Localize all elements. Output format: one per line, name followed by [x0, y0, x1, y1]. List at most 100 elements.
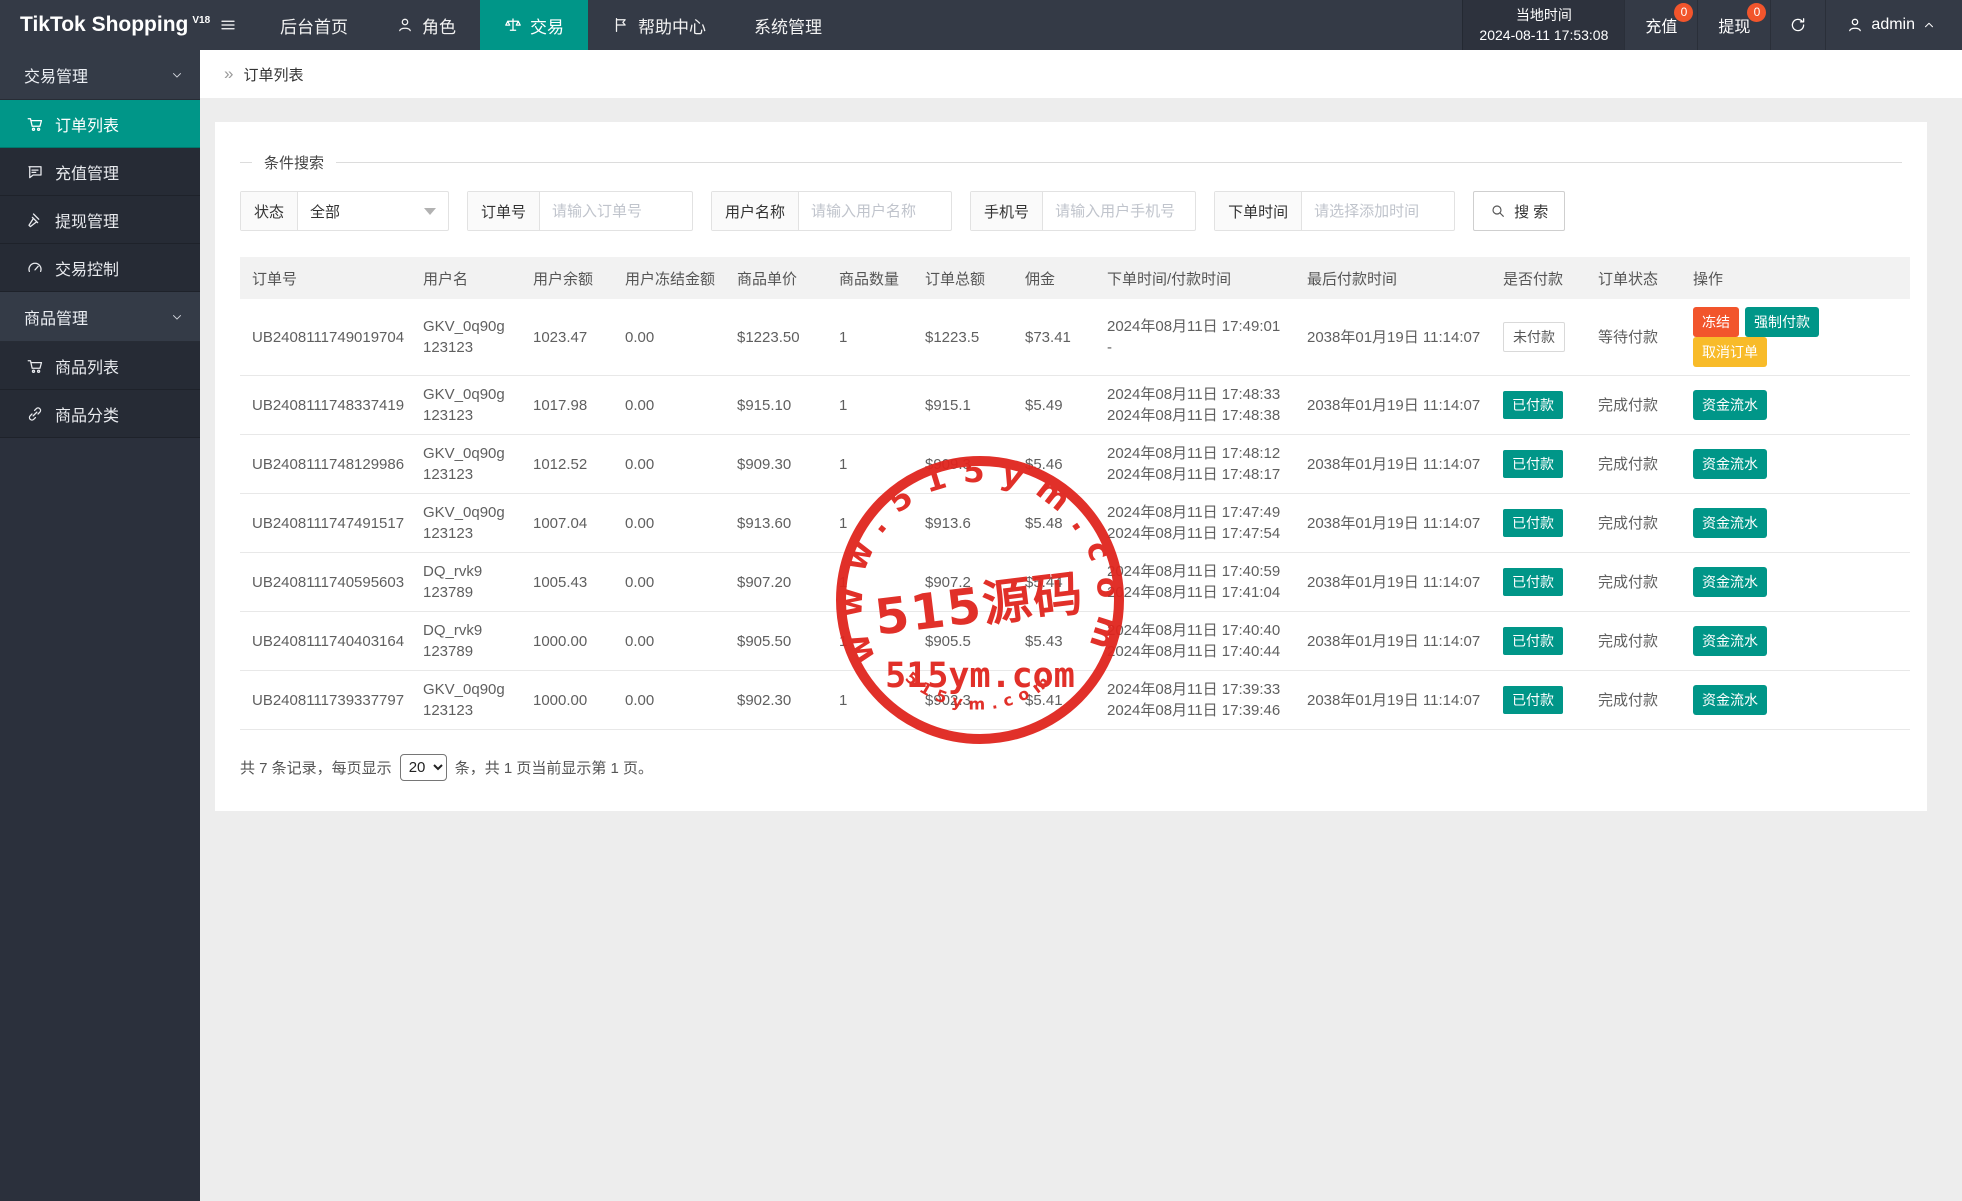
- column-header: 佣金: [1017, 257, 1099, 299]
- order-time-label: 下单时间: [1215, 192, 1302, 230]
- cell-order-no: UB2408111749019704: [240, 299, 415, 376]
- search-button-label: 搜 索: [1514, 201, 1548, 222]
- cell-total: $1223.5: [917, 299, 1017, 376]
- nav-item-label: 角色: [422, 13, 456, 38]
- force-pay-button[interactable]: 强制付款: [1745, 307, 1819, 337]
- fund-flow-button[interactable]: 资金流水: [1693, 449, 1767, 479]
- cell-username: DQ_rvk9123789: [415, 553, 525, 612]
- cell-last-pay-time: 2038年01月19日 11:14:07: [1299, 494, 1495, 553]
- nav-item-system-management[interactable]: 系统管理: [730, 0, 846, 50]
- order-time: 2024年08月11日 17:49:01: [1107, 316, 1291, 337]
- status-select[interactable]: 全部: [298, 192, 448, 230]
- column-header: 最后付款时间: [1299, 257, 1495, 299]
- withdraw-nav-button[interactable]: 提现 0: [1697, 0, 1770, 50]
- sidebar-item-order-list[interactable]: 订单列表: [0, 100, 200, 148]
- pagination-prefix: 共 7 条记录，每页显示: [240, 757, 392, 778]
- fund-flow-button[interactable]: 资金流水: [1693, 626, 1767, 656]
- nav-item-home[interactable]: 后台首页: [256, 0, 372, 50]
- recharge-nav-button[interactable]: 充值 0: [1624, 0, 1697, 50]
- sidebar-group-product-management[interactable]: 商品管理: [0, 292, 200, 342]
- user-name-input[interactable]: [799, 192, 951, 230]
- cell-unit-price: $915.10: [729, 376, 831, 435]
- column-header: 下单时间/付款时间: [1099, 257, 1299, 299]
- user-menu[interactable]: admin: [1825, 0, 1962, 50]
- phone-filter-group: 手机号: [970, 191, 1196, 231]
- nav-item-trade[interactable]: 交易: [480, 0, 588, 50]
- user-id: 123789: [423, 641, 517, 662]
- sidebar-item-product-list[interactable]: 商品列表: [0, 342, 200, 390]
- order-time-input[interactable]: [1302, 192, 1454, 230]
- cell-quantity: 1: [831, 612, 917, 671]
- nav-item-help-center[interactable]: 帮助中心: [588, 0, 730, 50]
- layout: 交易管理订单列表充值管理提现管理交易控制商品管理商品列表商品分类 » 订单列表 …: [0, 50, 1962, 1201]
- nav-item-roles[interactable]: 角色: [372, 0, 480, 50]
- refresh-button[interactable]: [1770, 0, 1825, 50]
- orders-header-row: 订单号用户名用户余额用户冻结金额商品单价商品数量订单总额佣金下单时间/付款时间最…: [240, 257, 1910, 299]
- sidebar-item-recharge-management[interactable]: 充值管理: [0, 148, 200, 196]
- search-legend: 条件搜索: [252, 152, 336, 173]
- pay-time: 2024年08月11日 17:39:46: [1107, 700, 1291, 721]
- search-button[interactable]: 搜 索: [1473, 191, 1565, 231]
- cell-status: 完成付款: [1590, 612, 1685, 671]
- gauge-icon: [26, 259, 44, 277]
- fund-flow-button[interactable]: 资金流水: [1693, 508, 1767, 538]
- pay-time: 2024年08月11日 17:47:54: [1107, 523, 1291, 544]
- cell-actions: 冻结强制付款取消订单: [1685, 299, 1910, 376]
- recharge-label: 充值: [1645, 13, 1677, 37]
- cell-frozen-amount: 0.00: [617, 553, 729, 612]
- cell-quantity: 1: [831, 671, 917, 730]
- sidebar-item-product-category[interactable]: 商品分类: [0, 390, 200, 438]
- phone-input[interactable]: [1043, 192, 1195, 230]
- page-size-select[interactable]: 20: [400, 754, 447, 781]
- freeze-button[interactable]: 冻结: [1693, 307, 1739, 337]
- username: GKV_0q90g: [423, 502, 517, 523]
- fund-flow-button[interactable]: 资金流水: [1693, 685, 1767, 715]
- cell-balance: 1023.47: [525, 299, 617, 376]
- sidebar-item-trade-control[interactable]: 交易控制: [0, 244, 200, 292]
- nav-item-label: 交易: [530, 13, 564, 38]
- cell-status: 完成付款: [1590, 671, 1685, 730]
- cell-frozen-amount: 0.00: [617, 612, 729, 671]
- cell-paid: 已付款: [1495, 494, 1590, 553]
- sidebar-group-label: 商品管理: [24, 305, 88, 329]
- chat-icon: [26, 163, 44, 181]
- orders-tbody: UB2408111749019704GKV_0q90g1231231023.47…: [240, 299, 1910, 730]
- collapse-sidebar-button[interactable]: [200, 0, 256, 50]
- fund-flow-button[interactable]: 资金流水: [1693, 567, 1767, 597]
- order-time: 2024年08月11日 17:40:40: [1107, 620, 1291, 641]
- cell-commission: $5.41: [1017, 671, 1099, 730]
- cell-frozen-amount: 0.00: [617, 376, 729, 435]
- table-row: UB2408111747491517GKV_0q90g1231231007.04…: [240, 494, 1910, 553]
- cancel-order-button[interactable]: 取消订单: [1693, 337, 1767, 367]
- pay-time: 2024年08月11日 17:48:17: [1107, 464, 1291, 485]
- cell-actions: 资金流水: [1685, 671, 1910, 730]
- cell-actions: 资金流水: [1685, 376, 1910, 435]
- sidebar-item-label: 商品列表: [55, 354, 119, 378]
- main-area: » 订单列表 条件搜索 状态 全部 订单号: [200, 50, 1962, 1201]
- cell-username: GKV_0q90g123123: [415, 435, 525, 494]
- user-id: 123123: [423, 700, 517, 721]
- user-id: 123789: [423, 582, 517, 603]
- sidebar-group-trade-management[interactable]: 交易管理: [0, 50, 200, 100]
- cell-balance: 1017.98: [525, 376, 617, 435]
- cell-frozen-amount: 0.00: [617, 299, 729, 376]
- sidebar-item-withdraw-management[interactable]: 提现管理: [0, 196, 200, 244]
- fund-flow-button[interactable]: 资金流水: [1693, 390, 1767, 420]
- username: GKV_0q90g: [423, 443, 517, 464]
- cell-last-pay-time: 2038年01月19日 11:14:07: [1299, 435, 1495, 494]
- cell-balance: 1007.04: [525, 494, 617, 553]
- cell-commission: $5.46: [1017, 435, 1099, 494]
- withdraw-count-badge: 0: [1747, 3, 1766, 22]
- top-navbar: TikTok Shopping V18 后台首页角色交易帮助中心系统管理 当地时…: [0, 0, 1962, 50]
- cell-last-pay-time: 2038年01月19日 11:14:07: [1299, 376, 1495, 435]
- order-no-input[interactable]: [540, 192, 692, 230]
- cell-paid: 已付款: [1495, 612, 1590, 671]
- order-time: 2024年08月11日 17:47:49: [1107, 502, 1291, 523]
- user-id: 123123: [423, 464, 517, 485]
- flag-icon: [612, 16, 630, 34]
- user-name-filter-group: 用户名称: [711, 191, 952, 231]
- status-filter-group: 状态 全部: [240, 191, 449, 231]
- cell-total: $905.5: [917, 612, 1017, 671]
- cell-commission: $5.48: [1017, 494, 1099, 553]
- cell-username: GKV_0q90g123123: [415, 671, 525, 730]
